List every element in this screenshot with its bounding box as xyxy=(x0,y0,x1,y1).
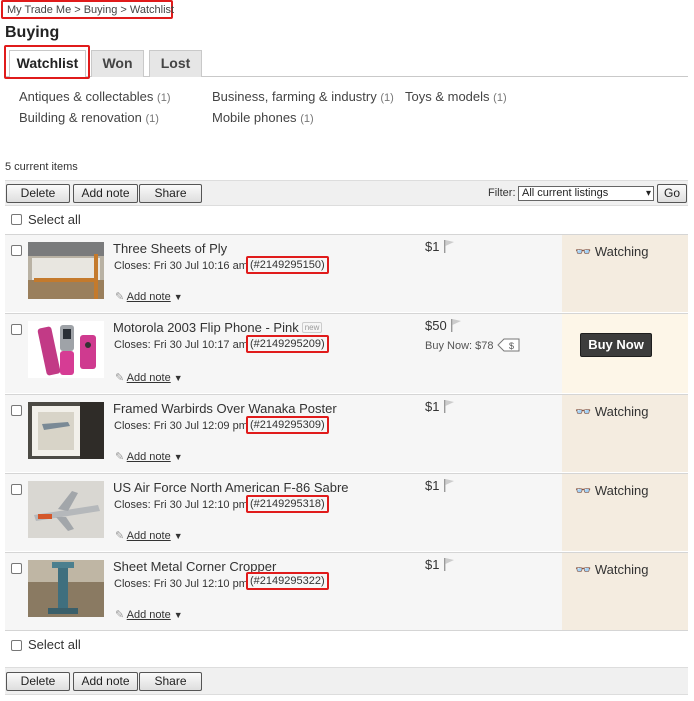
listing-price: $50 xyxy=(425,318,462,333)
binoculars-icon: 👓 xyxy=(575,483,592,498)
flag-icon[interactable] xyxy=(443,239,455,253)
category-building[interactable]: Building & renovation (1) xyxy=(19,110,159,125)
delete-button[interactable]: Delete xyxy=(6,184,70,203)
listing-id: (#2149295309) xyxy=(246,416,329,434)
listing-row: Sheet Metal Corner Cropper Closes: Fri 3… xyxy=(5,552,688,630)
listing-title[interactable]: Three Sheets of Ply xyxy=(113,241,227,256)
select-all-label-bottom: Select all xyxy=(28,637,81,652)
new-badge: new xyxy=(301,322,323,333)
buy-now-button[interactable]: Buy Now xyxy=(580,333,652,357)
tab-won[interactable]: Won xyxy=(91,50,144,77)
listing-checkbox[interactable] xyxy=(11,484,22,495)
listing-price: $1 xyxy=(425,478,455,493)
select-all-label: Select all xyxy=(28,212,81,227)
listing-row: Framed Warbirds Over Wanaka Poster Close… xyxy=(5,394,688,472)
flag-icon[interactable] xyxy=(443,557,455,571)
buy-now-price: Buy Now: $78 $ xyxy=(425,338,521,352)
listing-closes: Closes: Fri 30 Jul 12:09 pm xyxy=(114,420,248,432)
note-icon: ✎ xyxy=(115,530,125,542)
add-note-button-bottom[interactable]: Add note xyxy=(73,672,138,691)
listing-price: $1 xyxy=(425,557,455,572)
items-count: 5 current items xyxy=(5,161,78,173)
watching-status[interactable]: 👓 Watching xyxy=(575,562,649,578)
listing-closes: Closes: Fri 30 Jul 12:10 pm xyxy=(114,578,248,590)
select-all-checkbox[interactable] xyxy=(11,214,22,225)
category-antiques[interactable]: Antiques & collectables (1) xyxy=(19,89,171,104)
binoculars-icon: 👓 xyxy=(575,562,592,577)
note-icon: ✎ xyxy=(115,291,125,303)
chevron-down-icon: ▼ xyxy=(173,292,183,302)
flag-icon[interactable] xyxy=(443,399,455,413)
listing-id: (#2149295318) xyxy=(246,495,329,513)
note-icon: ✎ xyxy=(115,372,125,384)
listing-checkbox[interactable] xyxy=(11,245,22,256)
listing-row: Three Sheets of Ply Closes: Fri 30 Jul 1… xyxy=(5,234,688,312)
filter-select[interactable]: All current listings ▾ xyxy=(518,186,654,201)
listing-price: $1 xyxy=(425,239,455,254)
listing-title[interactable]: Motorola 2003 Flip Phone - Pink new xyxy=(113,320,323,335)
flag-icon[interactable] xyxy=(450,318,462,332)
price-tag-icon: $ xyxy=(496,338,520,352)
bottom-toolbar: Delete Add note Share xyxy=(5,667,688,695)
listing-thumbnail[interactable] xyxy=(28,242,104,299)
add-note-link[interactable]: ✎ Add note ▼ xyxy=(115,450,183,463)
category-mobile-phones[interactable]: Mobile phones (1) xyxy=(212,110,314,125)
listing-id: (#2149295322) xyxy=(246,572,329,590)
tab-watchlist-highlight xyxy=(4,45,90,79)
listing-thumbnail[interactable] xyxy=(28,481,104,538)
listing-checkbox[interactable] xyxy=(11,563,22,574)
top-toolbar: Delete Add note Share Filter: All curren… xyxy=(5,180,688,206)
listing-title[interactable]: Framed Warbirds Over Wanaka Poster xyxy=(113,401,337,416)
tab-lost[interactable]: Lost xyxy=(149,50,202,77)
page-title: Buying xyxy=(5,24,60,41)
delete-button-bottom[interactable]: Delete xyxy=(6,672,70,691)
binoculars-icon: 👓 xyxy=(575,244,592,259)
go-button[interactable]: Go xyxy=(657,184,687,203)
filter-select-value: All current listings xyxy=(522,187,609,199)
listing-checkbox[interactable] xyxy=(11,324,22,335)
listing-thumbnail[interactable] xyxy=(28,321,104,378)
list-bottom-divider xyxy=(5,630,688,631)
add-note-link[interactable]: ✎ Add note ▼ xyxy=(115,529,183,542)
filter-label: Filter: xyxy=(488,187,516,199)
add-note-button[interactable]: Add note xyxy=(73,184,138,203)
chevron-down-icon: ▼ xyxy=(173,452,183,462)
listing-closes: Closes: Fri 30 Jul 10:16 am xyxy=(114,260,248,272)
chevron-down-icon: ▼ xyxy=(173,531,183,541)
listing-closes: Closes: Fri 30 Jul 12:10 pm xyxy=(114,499,248,511)
listing-closes: Closes: Fri 30 Jul 10:17 am xyxy=(114,339,248,351)
listing-price: $1 xyxy=(425,399,455,414)
listing-thumbnail[interactable] xyxy=(28,560,104,617)
category-business[interactable]: Business, farming & industry (1) xyxy=(212,89,394,104)
add-note-link[interactable]: ✎ Add note ▼ xyxy=(115,608,183,621)
flag-icon[interactable] xyxy=(443,478,455,492)
breadcrumb[interactable]: My Trade Me > Buying > Watchlist xyxy=(1,0,174,19)
chevron-down-icon: ▾ xyxy=(645,188,651,199)
listing-title[interactable]: US Air Force North American F-86 Sabre xyxy=(113,480,349,495)
listing-checkbox[interactable] xyxy=(11,405,22,416)
category-toys[interactable]: Toys & models (1) xyxy=(405,89,507,104)
listing-row: Motorola 2003 Flip Phone - Pink new Close… xyxy=(5,313,688,393)
note-icon: ✎ xyxy=(115,609,125,621)
watching-status[interactable]: 👓 Watching xyxy=(575,244,649,260)
share-button[interactable]: Share xyxy=(139,184,202,203)
svg-text:$: $ xyxy=(509,341,514,351)
listing-thumbnail[interactable] xyxy=(28,402,104,459)
listing-id: (#2149295209) xyxy=(246,335,329,353)
chevron-down-icon: ▼ xyxy=(173,373,183,383)
watching-status[interactable]: 👓 Watching xyxy=(575,483,649,499)
watching-status[interactable]: 👓 Watching xyxy=(575,404,649,420)
note-icon: ✎ xyxy=(115,451,125,463)
add-note-link[interactable]: ✎ Add note ▼ xyxy=(115,371,183,384)
listing-id: (#2149295150) xyxy=(246,256,329,274)
binoculars-icon: 👓 xyxy=(575,404,592,419)
add-note-link[interactable]: ✎ Add note ▼ xyxy=(115,290,183,303)
share-button-bottom[interactable]: Share xyxy=(139,672,202,691)
listing-row: US Air Force North American F-86 Sabre C… xyxy=(5,473,688,551)
chevron-down-icon: ▼ xyxy=(173,610,183,620)
select-all-checkbox-bottom[interactable] xyxy=(11,640,22,651)
